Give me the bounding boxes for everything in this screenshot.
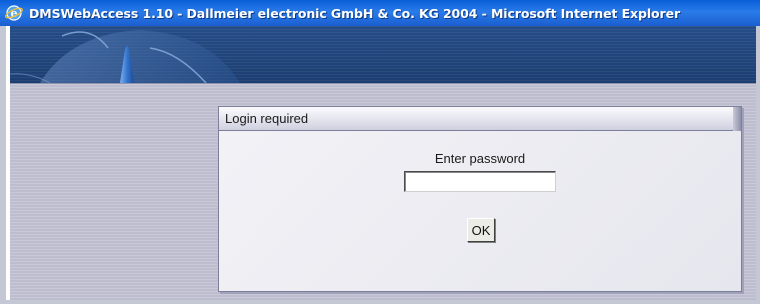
header-banner [10,26,756,83]
dallmeier-arc-logo [10,30,240,83]
login-dialog-header: Login required [219,107,741,131]
ok-button[interactable]: OK [467,218,495,242]
login-dialog: Login required Enter password OK [218,106,742,292]
browser-content: Login required Enter password OK [0,26,760,304]
window-title: DMSWebAccess 1.10 - Dallmeier electronic… [29,5,681,21]
window-titlebar[interactable]: e DMSWebAccess 1.10 - Dallmeier electron… [0,0,760,26]
password-field[interactable] [404,171,556,192]
login-dialog-title: Login required [225,111,309,126]
header-cap [733,107,741,131]
password-label: Enter password [434,151,526,166]
internet-explorer-icon: e [4,3,24,23]
